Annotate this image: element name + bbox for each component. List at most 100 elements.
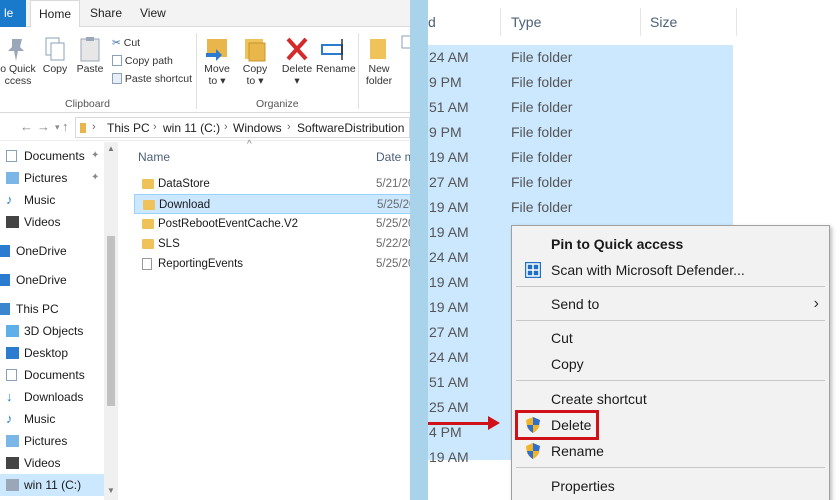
clipboard-group-label: Clipboard — [65, 98, 110, 110]
onedrive-icon — [0, 245, 10, 257]
folder-icon — [143, 200, 155, 210]
nav-item-drive-c[interactable]: win 11 (C:) — [0, 474, 104, 496]
menu-item-properties[interactable]: Properties — [512, 473, 829, 499]
music-icon: ♪ — [6, 192, 13, 207]
file-row-download[interactable]: Download 5/25/20 — [134, 194, 410, 214]
copy-path-button[interactable]: Copy path — [112, 53, 173, 69]
red-x-icon — [286, 37, 308, 61]
column-header-date-tail[interactable]: d — [428, 14, 436, 30]
menu-separator — [516, 467, 825, 468]
row-time: 19 AM — [429, 299, 469, 315]
file-row-postrebooteventcache[interactable]: PostRebootEventCache.V2 5/25/20 — [134, 214, 410, 234]
pin-label-2: ccess — [4, 75, 32, 87]
tab-home[interactable]: Home — [30, 0, 81, 28]
up-arrow-icon[interactable]: ↑ — [62, 119, 69, 134]
file-date: 5/25/20 — [376, 218, 410, 230]
ribbon-separator — [196, 33, 197, 109]
sort-up-icon: ^ — [247, 139, 252, 150]
cut-button[interactable]: ✂ Cut — [112, 35, 140, 51]
chevron-right-icon: › — [813, 295, 819, 312]
row-type: File folder — [511, 74, 573, 90]
file-name: SLS — [158, 238, 180, 250]
address-bar-row: ← → ▾ ↑ › This PC › win 11 (C:) › Window… — [0, 114, 410, 141]
menu-item-send-to[interactable]: Send to › — [512, 291, 829, 317]
tab-share[interactable]: Share — [82, 0, 130, 27]
delete-ribbon-button[interactable]: Delete ▾ — [280, 35, 314, 87]
nav-scrollbar[interactable]: ▲ ▼ — [104, 142, 118, 500]
column-header-name[interactable]: Name — [138, 150, 170, 164]
new-folder-button[interactable]: New folder — [362, 35, 396, 87]
recent-dropdown-icon[interactable]: ▾ — [55, 122, 60, 133]
file-row-datastore[interactable]: DataStore 5/21/20 — [134, 174, 410, 194]
copy-label: Copy — [42, 63, 68, 75]
column-header-date[interactable]: Date m — [376, 150, 410, 164]
nav-label: Music — [24, 193, 56, 207]
table-row[interactable]: 27 AM File folder — [428, 170, 733, 195]
menu-item-create-shortcut[interactable]: Create shortcut — [512, 386, 829, 412]
videos-icon — [6, 457, 19, 469]
scroll-down-icon[interactable]: ▼ — [107, 486, 115, 495]
row-type: File folder — [511, 149, 573, 165]
file-row-sls[interactable]: SLS 5/22/20 — [134, 234, 410, 254]
copy-icon — [45, 37, 65, 61]
move-to-button[interactable]: Move to ▾ — [200, 35, 234, 87]
nav-label: Downloads — [24, 390, 84, 404]
videos-icon — [6, 216, 19, 228]
tab-file[interactable]: le — [0, 0, 26, 27]
row-time: 51 AM — [429, 99, 469, 115]
paste-shortcut-button[interactable]: Paste shortcut — [112, 71, 192, 87]
menu-item-cut[interactable]: Cut — [512, 325, 829, 351]
column-header-type[interactable]: Type — [511, 14, 541, 30]
table-row[interactable]: 51 AM File folder — [428, 95, 733, 120]
cut-label: Cut — [123, 37, 141, 49]
move-to-label: Move — [204, 63, 230, 75]
address-bar[interactable]: › This PC › win 11 (C:) › Windows › Soft… — [75, 117, 410, 138]
table-row[interactable]: 9 PM File folder — [428, 70, 733, 95]
new-folder-label: New — [368, 63, 390, 75]
breadcrumb-this-pc[interactable]: This PC — [107, 121, 150, 135]
move-to-icon — [206, 39, 227, 61]
file-row-reportingevents[interactable]: ReportingEvents 5/25/20 — [134, 254, 410, 274]
breadcrumb-softwaredistribution[interactable]: SoftwareDistribution — [297, 121, 404, 135]
scroll-up-icon[interactable]: ▲ — [107, 144, 115, 153]
file-date: 5/25/20 — [377, 199, 410, 211]
scrollbar-thumb[interactable] — [107, 236, 115, 406]
forward-arrow-icon[interactable]: → — [37, 119, 50, 134]
menu-label: Pin to Quick access — [551, 236, 684, 252]
pin-quick-access-button[interactable]: o Quick ccess — [0, 35, 36, 87]
copy-to-button[interactable]: Copy to ▾ — [238, 35, 272, 87]
table-row[interactable]: 19 AM File folder — [428, 195, 733, 220]
file-date: 5/21/20 — [376, 178, 410, 190]
table-row[interactable]: 9 PM File folder — [428, 120, 733, 145]
copy-button[interactable]: Copy — [40, 35, 70, 75]
menu-item-copy[interactable]: Copy — [512, 351, 829, 377]
nav-label: Pictures — [24, 434, 68, 448]
pin-label-1: o Quick — [0, 63, 36, 75]
back-arrow-icon[interactable]: ← — [20, 119, 33, 134]
copy-path-icon — [112, 55, 122, 66]
pin-icon — [8, 39, 24, 61]
row-time: 9 PM — [429, 74, 462, 90]
rename-icon — [321, 39, 343, 60]
copy-to-label: Copy — [242, 63, 268, 75]
breadcrumb-windows[interactable]: Windows — [233, 121, 282, 135]
pin-icon[interactable]: ✦ — [91, 167, 99, 189]
download-arrow-icon: ↓ — [6, 389, 13, 404]
menu-label: Rename — [551, 443, 604, 459]
nav-label: Documents — [24, 368, 85, 382]
column-header-size[interactable]: Size — [650, 14, 677, 30]
rename-ribbon-button[interactable]: Rename — [316, 35, 356, 75]
pin-icon[interactable]: ✦ — [91, 145, 99, 167]
new-item-button[interactable] — [400, 35, 410, 49]
paste-button[interactable]: Paste — [75, 35, 105, 75]
table-row[interactable]: 19 AM File folder — [428, 145, 733, 170]
menu-item-rename[interactable]: Rename — [512, 438, 829, 464]
menu-separator — [516, 286, 825, 287]
menu-item-pin-to-quick-access[interactable]: Pin to Quick access — [512, 231, 829, 257]
tab-view[interactable]: View — [132, 0, 174, 27]
menu-item-scan-defender[interactable]: Scan with Microsoft Defender... — [512, 257, 829, 283]
breadcrumb-drive[interactable]: win 11 (C:) — [163, 121, 220, 135]
table-row[interactable]: 24 AM File folder — [428, 45, 733, 70]
nav-label: Documents — [24, 149, 85, 163]
file-name: ReportingEvents — [158, 258, 244, 270]
